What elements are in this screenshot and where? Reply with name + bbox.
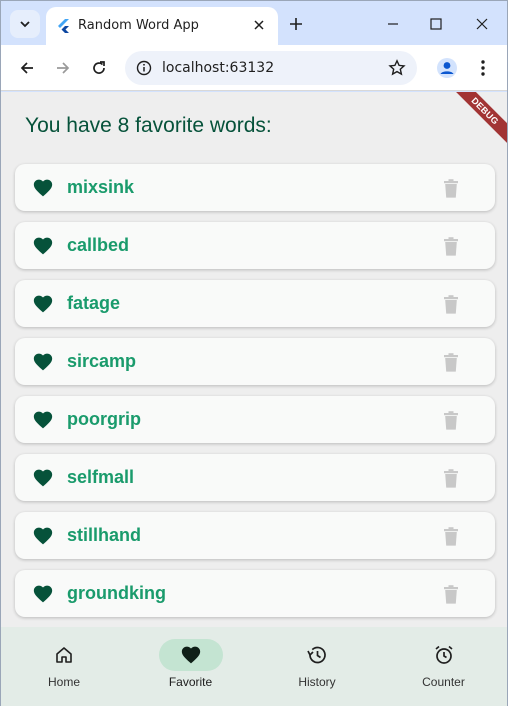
favorite-word: selfmall [67,467,135,487]
plus-icon [290,18,302,30]
chevron-down-icon [20,21,30,28]
heart-icon[interactable] [32,467,54,489]
debug-banner: DEBUG [446,92,507,150]
browser-window: Random Word App localhost:63132 DEBUG Yo… [0,0,508,706]
url-text: localhost:63132 [162,60,275,76]
back-button[interactable] [15,56,39,80]
tab-search-button[interactable] [10,10,40,38]
star-icon [388,59,406,76]
arrow-right-icon [57,62,70,74]
bottom-navigation-bar: Home Favorite History Counter [1,627,507,706]
avatar-icon [437,58,457,78]
forward-button[interactable] [51,56,75,80]
delete-button[interactable] [442,235,460,257]
favorite-word: stillhand [67,525,142,545]
favorite-word: poorgrip [67,409,141,429]
favorite-card[interactable]: sircamp [15,338,495,385]
alarm-icon [412,639,476,671]
arrow-left-icon [20,62,33,74]
app-content: DEBUG You have 8 favorite words: mixsink… [1,92,507,627]
minimize-button[interactable] [382,13,404,35]
favorite-card[interactable]: mixsink [15,164,495,211]
favorite-word: callbed [67,235,130,255]
favorite-word: mixsink [67,177,135,197]
reload-icon [93,61,105,74]
trash-icon [444,468,458,488]
heart-icon[interactable] [32,351,54,373]
favorite-card[interactable]: stillhand [15,512,495,559]
trash-icon [444,352,458,372]
info-icon [136,60,152,76]
nav-item-favorite[interactable]: Favorite [128,627,254,706]
nav-label: Home [47,675,80,689]
delete-button[interactable] [442,177,460,199]
delete-button[interactable] [442,467,460,489]
close-icon [476,18,488,30]
nav-item-history[interactable]: History [254,627,380,706]
delete-button[interactable] [442,351,460,373]
page-title: You have 8 favorite words: [25,114,272,137]
heart-icon[interactable] [32,525,54,547]
nav-item-counter[interactable]: Counter [381,627,507,706]
favorite-card[interactable]: groundking [15,570,495,617]
heart-icon [158,639,223,671]
maximize-icon [430,18,442,30]
heart-icon[interactable] [32,235,54,257]
tab-close-button[interactable] [250,16,268,34]
tab-title: Random Word App [78,18,199,33]
trash-icon [444,526,458,546]
more-vertical-icon [481,60,485,76]
delete-button[interactable] [442,293,460,315]
home-icon [32,639,96,671]
address-bar[interactable]: localhost:63132 [125,51,417,85]
bookmark-button[interactable] [387,58,407,78]
history-icon [285,639,349,671]
delete-button[interactable] [442,525,460,547]
window-close-button[interactable] [471,13,493,35]
heart-icon[interactable] [32,293,54,315]
nav-label: Favorite [168,675,213,689]
heart-icon[interactable] [32,409,54,431]
favorite-word: sircamp [67,351,137,371]
favorite-card[interactable]: callbed [15,222,495,269]
favorite-card[interactable]: selfmall [15,454,495,501]
nav-label: History [298,675,336,689]
favorite-card[interactable]: fatage [15,280,495,327]
nav-item-home[interactable]: Home [1,627,127,706]
trash-icon [444,294,458,314]
trash-icon [444,410,458,430]
browser-menu-button[interactable] [471,56,495,80]
trash-icon [444,584,458,604]
nav-label: Counter [422,675,465,689]
delete-button[interactable] [442,409,460,431]
favorites-list: mixsink callbed fatage sircamp poorgrip selfm… [15,164,495,627]
heart-icon[interactable] [32,583,54,605]
close-icon [254,20,264,30]
trash-icon [444,236,458,256]
maximize-button[interactable] [425,13,447,35]
minimize-icon [388,23,398,25]
heart-icon[interactable] [32,177,54,199]
browser-tab[interactable]: Random Word App [46,7,278,45]
site-info-button[interactable] [135,59,153,77]
trash-icon [444,178,458,198]
flutter-icon [58,19,69,33]
browser-toolbar: localhost:63132 [1,45,507,91]
new-tab-button[interactable] [285,13,307,35]
favorite-word: fatage [67,293,121,313]
favorite-card[interactable]: poorgrip [15,396,495,443]
delete-button[interactable] [442,583,460,605]
tab-strip: Random Word App [1,1,507,45]
profile-button[interactable] [435,56,459,80]
favorite-word: groundking [67,583,166,603]
reload-button[interactable] [87,56,111,80]
